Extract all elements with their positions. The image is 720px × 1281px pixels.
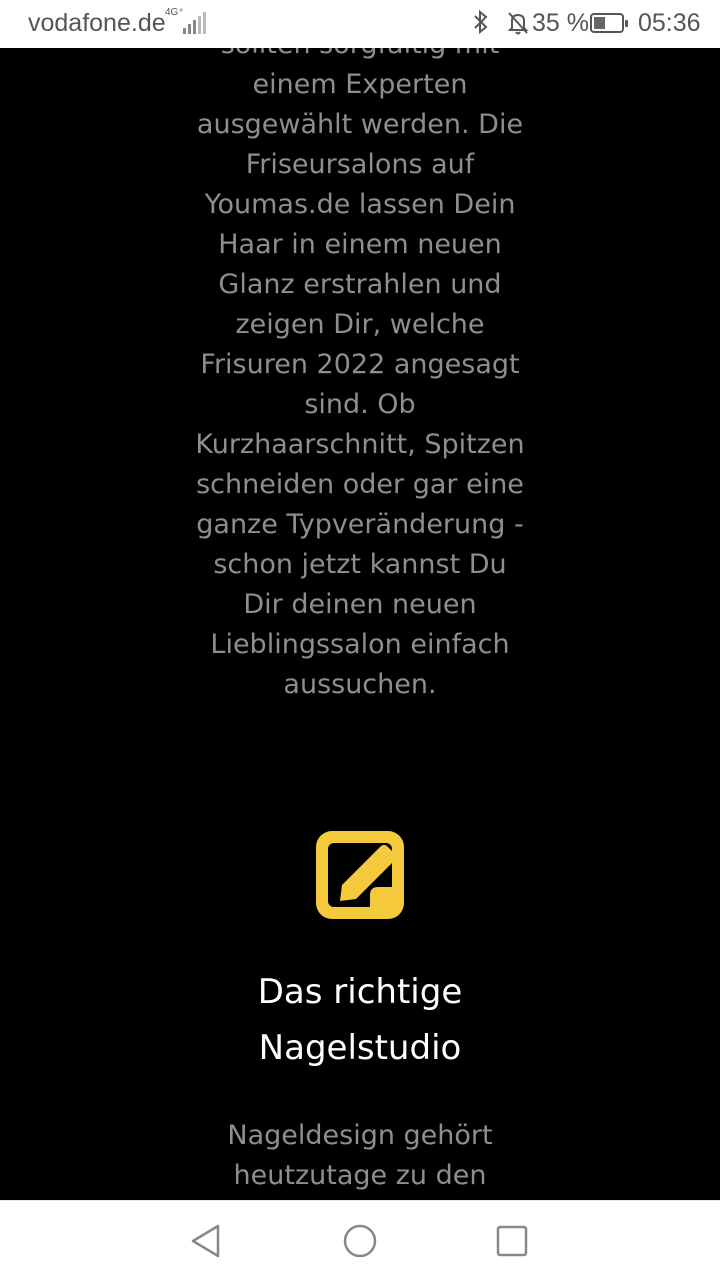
battery-icon <box>590 13 628 33</box>
network-type: 4G⁺ <box>165 7 184 18</box>
back-icon[interactable] <box>188 1223 224 1259</box>
carrier-name: vodafone.de <box>28 9 166 37</box>
section-heading: Das richtige Nagelstudio <box>257 972 463 1068</box>
navigation-bar <box>0 1200 720 1281</box>
status-bar: vodafone.de 4G⁺ 35 % 05:36 <box>0 0 720 48</box>
recent-apps-icon[interactable] <box>494 1223 530 1259</box>
page-content: sollten sorgfältig mit einem Experten au… <box>0 48 720 1200</box>
signal-icon <box>183 12 206 34</box>
nail-description-text: Nageldesign gehört heutzutage zu den <box>227 1120 493 1191</box>
salon-description-text: sollten sorgfältig mit einem Experten au… <box>195 48 525 700</box>
home-icon[interactable] <box>342 1223 378 1259</box>
clock: 05:36 <box>638 9 701 37</box>
battery-percent: 35 % <box>532 9 589 37</box>
bluetooth-icon <box>470 9 492 42</box>
edit-icon <box>310 825 410 925</box>
bell-off-icon <box>506 10 530 43</box>
